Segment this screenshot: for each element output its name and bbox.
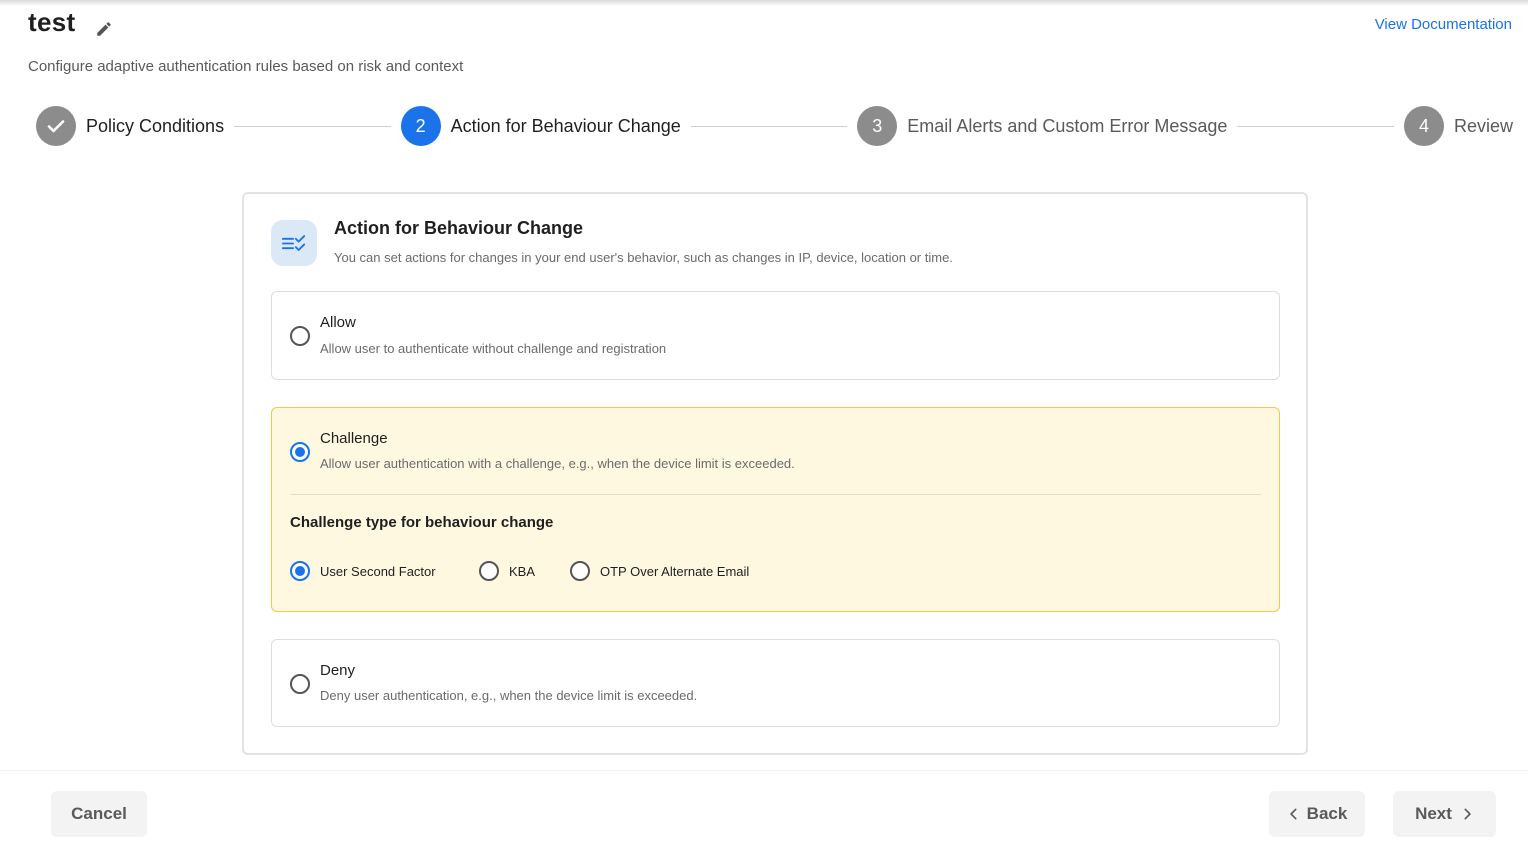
card-title: Action for Behaviour Change bbox=[334, 218, 584, 238]
checklist-icon bbox=[271, 220, 317, 266]
cancel-button[interactable]: Cancel bbox=[51, 791, 147, 837]
cancel-label: Cancel bbox=[71, 804, 127, 823]
challenge-type-title: Challenge type for behaviour change bbox=[290, 514, 554, 531]
challenge-description: Allow user authentication with a challen… bbox=[320, 456, 795, 471]
user-second-factor-label: User Second Factor bbox=[320, 563, 436, 579]
step-3-label: Email Alerts and Custom Error Message bbox=[907, 115, 1228, 136]
allow-radio[interactable] bbox=[290, 326, 310, 346]
step-connector bbox=[234, 125, 391, 127]
deny-radio[interactable] bbox=[290, 674, 310, 694]
deny-title: Deny bbox=[320, 662, 356, 679]
page-subtitle: Configure adaptive authentication rules … bbox=[28, 58, 464, 75]
kba-radio[interactable] bbox=[479, 561, 499, 581]
chevron-right-icon bbox=[1460, 807, 1474, 821]
step-policy-conditions[interactable]: Policy Conditions bbox=[36, 106, 224, 146]
title-row: test bbox=[28, 6, 1512, 38]
pencil-icon[interactable] bbox=[95, 20, 113, 38]
otp-alternate-email-radio[interactable] bbox=[570, 561, 590, 581]
step-3-number: 3 bbox=[857, 106, 898, 146]
back-label: Back bbox=[1306, 804, 1348, 823]
step-4-label: Review bbox=[1453, 115, 1513, 136]
step-2-number: 2 bbox=[400, 106, 441, 146]
deny-description: Deny user authentication, e.g., when the… bbox=[320, 688, 698, 703]
card-description: You can set actions for changes in your … bbox=[334, 250, 953, 265]
footer-bar: Cancel Back Next bbox=[0, 770, 1528, 846]
challenge-type-otp-alternate-email[interactable]: OTP Over Alternate Email bbox=[570, 561, 749, 581]
chevron-left-icon bbox=[1287, 807, 1301, 821]
challenge-type-kba[interactable]: KBA bbox=[479, 561, 535, 581]
page-header: test Configure adaptive authentication r… bbox=[28, 6, 1512, 86]
user-second-factor-radio[interactable] bbox=[290, 561, 310, 581]
kba-label: KBA bbox=[509, 563, 536, 579]
otp-alternate-email-label: OTP Over Alternate Email bbox=[600, 563, 750, 579]
step-connector bbox=[1237, 125, 1394, 127]
step-1-check-icon bbox=[36, 106, 76, 146]
challenge-type-user-second-factor[interactable]: User Second Factor bbox=[290, 561, 436, 581]
view-documentation-link[interactable]: View Documentation bbox=[1375, 16, 1512, 33]
option-deny[interactable]: Deny Deny user authentication, e.g., whe… bbox=[271, 639, 1280, 727]
allow-description: Allow user to authenticate without chall… bbox=[320, 341, 667, 356]
step-email-alerts[interactable]: 3 Email Alerts and Custom Error Message bbox=[857, 106, 1227, 146]
step-2-label: Action for Behaviour Change bbox=[450, 115, 681, 136]
next-label: Next bbox=[1415, 804, 1452, 823]
stepper: Policy Conditions 2 Action for Behaviour… bbox=[36, 106, 1513, 146]
step-review[interactable]: 4 Review bbox=[1403, 106, 1513, 146]
option-challenge[interactable]: Challenge Allow user authentication with… bbox=[271, 407, 1280, 612]
allow-title: Allow bbox=[320, 314, 356, 331]
challenge-title: Challenge bbox=[320, 430, 388, 447]
step-4-number: 4 bbox=[1403, 106, 1444, 146]
challenge-divider bbox=[290, 494, 1261, 495]
page-title: test bbox=[28, 6, 76, 37]
step-connector bbox=[690, 125, 848, 127]
step-action-behaviour-change[interactable]: 2 Action for Behaviour Change bbox=[400, 106, 681, 146]
step-1-label: Policy Conditions bbox=[86, 115, 225, 136]
next-button[interactable]: Next bbox=[1393, 791, 1496, 837]
back-button[interactable]: Back bbox=[1269, 791, 1365, 837]
action-card: Action for Behaviour Change You can set … bbox=[242, 192, 1308, 755]
option-allow[interactable]: Allow Allow user to authenticate without… bbox=[271, 291, 1280, 380]
challenge-radio[interactable] bbox=[290, 442, 310, 462]
